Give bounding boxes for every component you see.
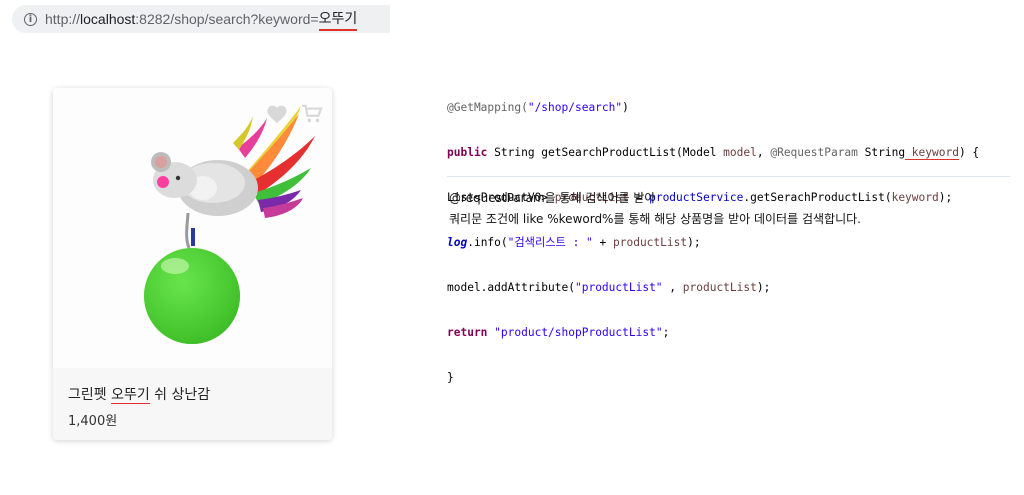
code-annotation: @RequestParam (770, 146, 858, 159)
code-text: + (592, 236, 613, 249)
code-line-2: public String getSearchProductList(Model… (447, 145, 1010, 160)
product-name-prefix: 그린펫 (68, 387, 112, 403)
code-string: "검색리스트 : " (507, 236, 593, 249)
code-text: ); (756, 281, 771, 294)
code-field: log (447, 236, 468, 249)
code-line-4: log.info("검색리스트 : " + productList); (447, 235, 1010, 250)
code-annotation: @GetMapping( (447, 101, 528, 114)
code-string: "/shop/search" (527, 101, 623, 114)
url-path: :8282/shop/search?keyword= (135, 11, 319, 27)
cart-icon[interactable] (301, 104, 323, 124)
code-line-6: return "product/shopProductList"; (447, 325, 1010, 340)
code-variable: productList (613, 236, 688, 249)
code-line-1: @GetMapping("/shop/search") (447, 100, 1010, 115)
address-bar[interactable]: i http://localhost:8282/shop/search?keyw… (12, 5, 390, 33)
code-text: ; (662, 326, 670, 339)
code-text: , (662, 281, 683, 294)
code-text: ) { (958, 146, 980, 159)
code-line-7: } (447, 371, 454, 384)
product-price: 1,400원 (68, 414, 118, 429)
code-text: String getSearchProductList(Model (487, 146, 724, 159)
url-keyword: 오뚜기 (318, 8, 358, 31)
code-string: "product/shopProductList" (494, 326, 663, 339)
code-keyword: return (447, 326, 488, 339)
description-line-1: @requestParam을 통해 검색어를 받아 (449, 191, 656, 205)
code-text: model.addAttribute( (447, 281, 575, 294)
product-info: 그린펫 오뚜기 쉬 상난감 1,400원 (53, 368, 332, 440)
code-variable: model (723, 146, 757, 159)
cat-toy-illustration (144, 106, 315, 344)
product-name-suffix: 쉬 상난감 (149, 387, 211, 403)
heart-icon[interactable] (266, 104, 288, 124)
description-line-2: 쿼리문 조건에 like %keword%를 통해 해당 상품명을 받아 데이터… (449, 212, 861, 226)
code-text: ) (622, 101, 629, 114)
code-snippet: @GetMapping("/shop/search") public Strin… (447, 70, 1010, 384)
url-prefix: http:// (45, 11, 81, 27)
url-host: localhost (80, 11, 136, 27)
code-text: String (857, 146, 906, 159)
code-string: "productList" (574, 281, 663, 294)
description: @requestParam을 통해 검색어를 받아 쿼리문 조건에 like %… (449, 188, 861, 230)
code-text: ); (687, 236, 701, 249)
code-text: .info( (467, 236, 508, 249)
code-keyword: public (447, 146, 488, 159)
code-variable: keyword (891, 191, 939, 204)
info-icon[interactable]: i (24, 12, 37, 26)
code-text: ); (938, 191, 953, 204)
code-variable-keyword: keyword (905, 146, 959, 160)
code-text: , (756, 146, 771, 159)
product-name[interactable]: 그린펫 오뚜기 쉬 상난감 (68, 384, 210, 404)
code-line-5: model.addAttribute("productList" , produ… (447, 280, 1010, 295)
code-variable: productList (682, 281, 757, 294)
product-image[interactable] (53, 88, 332, 368)
product-name-keyword: 오뚜기 (111, 387, 150, 404)
product-card[interactable]: 그린펫 오뚜기 쉬 상난감 1,400원 (53, 88, 332, 440)
